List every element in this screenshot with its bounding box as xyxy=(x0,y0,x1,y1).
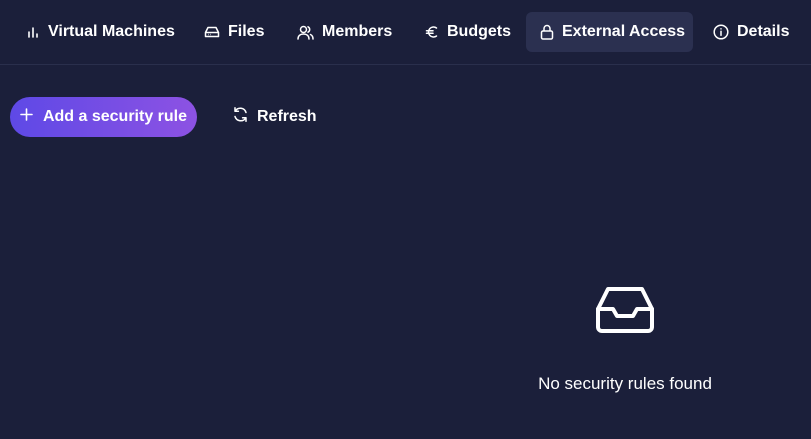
tab-external-access[interactable]: External Access xyxy=(526,12,693,52)
tab-label: Virtual Machines xyxy=(48,23,175,40)
refresh-label: Refresh xyxy=(257,108,317,125)
tab-label: Files xyxy=(228,23,265,40)
inbox-icon xyxy=(594,285,656,340)
euro-icon xyxy=(425,25,439,39)
empty-state: No security rules found xyxy=(495,285,755,394)
empty-state-message: No security rules found xyxy=(538,374,712,393)
add-security-rule-label: Add a security rule xyxy=(42,108,188,125)
tab-bar: Virtual Machines Files Members Budgets E… xyxy=(0,0,811,65)
tab-label: Budgets xyxy=(447,23,511,40)
hard-drive-icon xyxy=(204,25,220,39)
add-security-rule-button[interactable]: Add a security rule xyxy=(10,97,197,137)
tab-virtual-machines[interactable]: Virtual Machines xyxy=(12,12,189,52)
tab-label: Members xyxy=(322,23,393,40)
users-icon xyxy=(297,25,314,40)
tab-files[interactable]: Files xyxy=(190,12,278,52)
tab-budgets[interactable]: Budgets xyxy=(411,12,525,52)
bar-chart-icon xyxy=(26,25,40,39)
plus-icon xyxy=(20,108,33,126)
info-icon xyxy=(713,24,729,40)
tab-members[interactable]: Members xyxy=(283,12,406,52)
tab-label: Details xyxy=(737,23,790,40)
tab-details[interactable]: Details xyxy=(699,12,803,52)
refresh-button[interactable]: Refresh xyxy=(220,97,320,137)
lock-icon xyxy=(540,24,554,40)
tab-label: External Access xyxy=(562,23,686,40)
refresh-icon xyxy=(232,106,249,128)
